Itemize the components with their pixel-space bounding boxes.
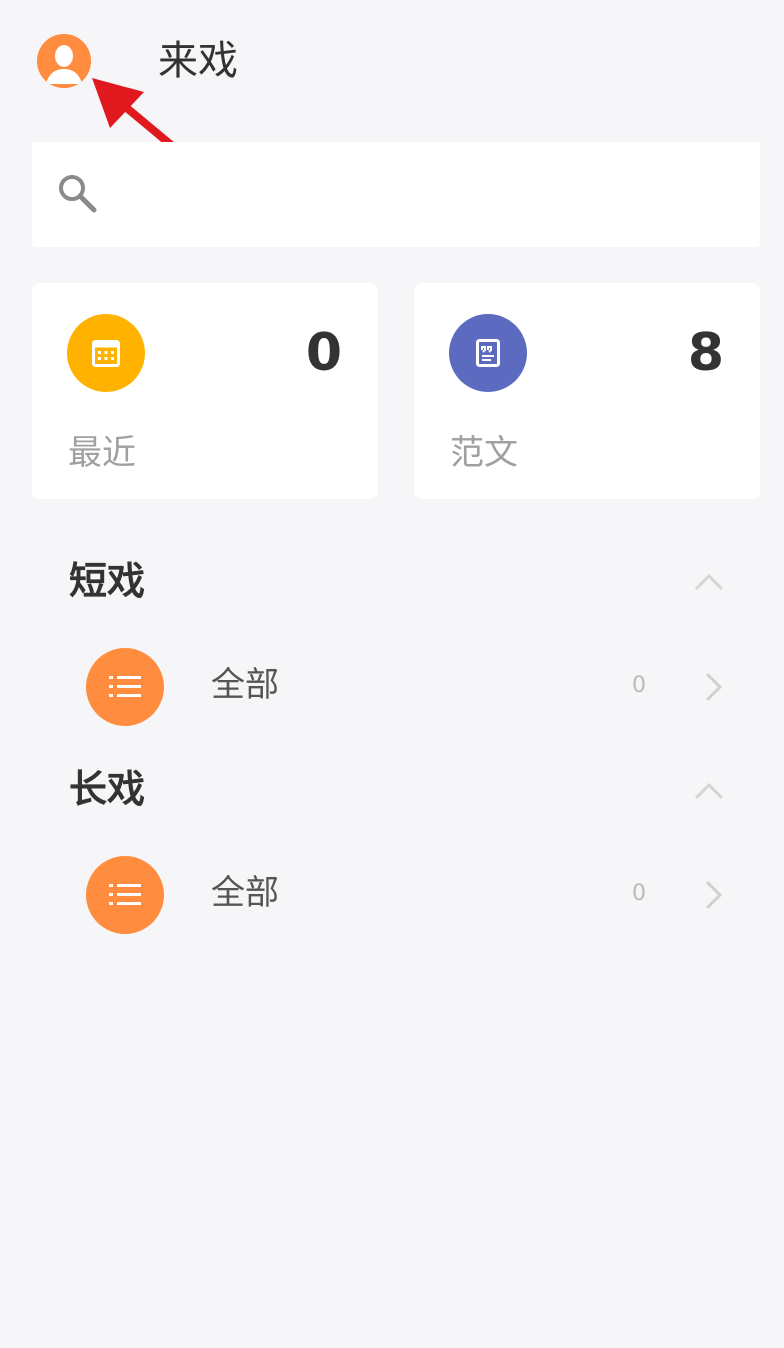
user-avatar-icon — [37, 34, 91, 88]
chevron-up-icon[interactable] — [694, 572, 724, 592]
list-item-count: 0 — [632, 881, 646, 906]
chevron-right-icon — [705, 880, 723, 910]
list-item-count: 0 — [632, 673, 646, 698]
chevron-right-icon — [705, 672, 723, 702]
quote-document-icon-circle — [449, 314, 527, 392]
list-icon — [109, 884, 141, 905]
chevron-up-icon[interactable] — [694, 781, 724, 801]
list-item-long-all[interactable]: 全部 0 — [0, 856, 784, 936]
section-title-long: 长戏 — [69, 767, 146, 811]
examples-label: 范文 — [450, 433, 518, 473]
list-item-label: 全部 — [211, 873, 279, 913]
search-icon — [59, 175, 97, 213]
list-item-short-all[interactable]: 全部 0 — [0, 648, 784, 728]
avatar-button[interactable] — [37, 34, 91, 88]
section-title-short: 短戏 — [69, 559, 146, 603]
quote-document-icon — [476, 339, 500, 367]
calendar-icon — [92, 340, 120, 367]
calendar-icon-circle — [67, 314, 145, 392]
list-icon-circle — [86, 648, 164, 726]
examples-count: 8 — [687, 323, 724, 383]
recent-label: 最近 — [68, 433, 136, 473]
examples-card[interactable]: 8 范文 — [414, 283, 760, 499]
list-icon — [109, 676, 141, 697]
recent-card[interactable]: 0 最近 — [32, 283, 378, 499]
list-icon-circle — [86, 856, 164, 934]
recent-count: 0 — [305, 323, 342, 383]
list-item-label: 全部 — [211, 665, 279, 705]
search-input[interactable] — [110, 172, 734, 219]
